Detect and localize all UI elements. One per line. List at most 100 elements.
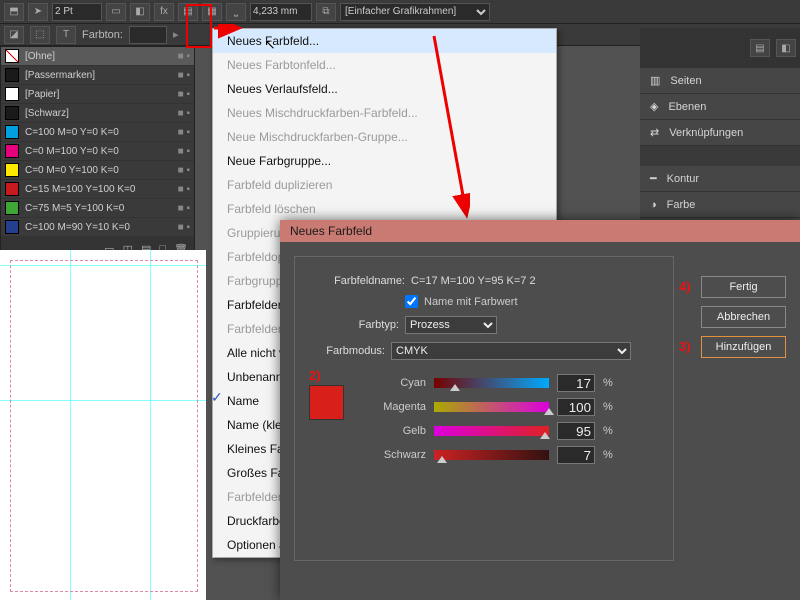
swatch-name: [Ohne] [25,51,178,62]
yellow-value[interactable] [557,422,595,440]
panel-label: Farbe [667,199,696,211]
swatch-row[interactable]: C=100 M=0 Y=0 K=0■ ▪ [1,123,194,142]
annotation-arrow [210,24,470,224]
swatch-row[interactable]: C=100 M=90 Y=10 K=0■ ▪ [1,218,194,237]
swatch-chip [5,144,19,158]
black-value[interactable] [557,446,595,464]
magenta-value[interactable] [557,398,595,416]
swatch-row[interactable]: [Passermarken]■ ▪ [1,66,194,85]
panel-icon: ━ [650,172,657,185]
fx-icon[interactable]: fx [154,3,174,21]
panel-label: Verknüpfungen [669,127,743,139]
panel-label: Ebenen [668,101,706,113]
swatch-type-icons: ■ ▪ [178,51,190,62]
square-icon[interactable]: ▭ [106,3,126,21]
panel-icon: ◑ [650,199,657,211]
tone-input[interactable] [129,26,167,44]
yellow-slider[interactable] [434,426,549,436]
swatch-chip [5,182,19,196]
panel-ebenen[interactable]: ◈ Ebenen [640,94,800,120]
swatch-name: C=75 M=5 Y=100 K=0 [25,203,178,214]
stroke-weight-input[interactable] [52,3,102,21]
swatch-row[interactable]: C=75 M=5 Y=100 K=0■ ▪ [1,199,194,218]
yellow-label: Gelb [356,425,426,437]
swatch-type-icons: ■ ▪ [178,70,190,81]
swatch-type-icons: ■ ▪ [178,146,190,157]
panel-farbe[interactable]: ◑ Farbe [640,192,800,218]
mode-select[interactable]: CMYK [391,342,631,360]
panel-icon2[interactable]: ◧ [776,39,796,57]
linked-icon[interactable]: ⧉ [316,3,336,21]
fillstroke-icon[interactable]: ◪ [4,26,24,44]
cyan-value[interactable] [557,374,595,392]
opt-icon[interactable]: ◧ [130,3,150,21]
cyan-slider[interactable] [434,378,549,388]
swatch-chip [5,106,19,120]
toolbar-top: ⬒ ➤ ▭ ◧ fx ▤ ▦ ⎵ ⧉ [Einfacher Grafikrahm… [0,0,800,24]
panel-verknüpfungen[interactable]: ⇄Verknüpfungen [640,120,800,146]
panel-seiten[interactable]: ▥Seiten [640,68,800,94]
panel-icon: ◈ [650,100,658,113]
type-label: Farbtyp: [309,319,399,331]
swatch-type-icons: ■ ▪ [178,222,190,233]
cancel-button[interactable]: Abbrechen [701,306,786,328]
swatches-panel: [Ohne]■ ▪[Passermarken]■ ▪[Papier]■ ▪[Sc… [0,46,195,262]
swatch-row[interactable]: C=0 M=0 Y=100 K=0■ ▪ [1,161,194,180]
name-with-value-checkbox[interactable] [405,295,418,308]
magenta-label: Magenta [356,401,426,413]
add-button[interactable]: Hinzufügen [701,336,786,358]
type-select[interactable]: Prozess [405,316,497,334]
black-slider[interactable] [434,450,549,460]
annotation-4: 4) [679,279,691,294]
bracket-icon[interactable]: ⎵ [226,3,246,21]
frame-dropdown[interactable]: [Einfacher Grafikrahmen] [340,3,490,21]
text-icon[interactable]: T [56,26,76,44]
swatch-name-label: Farbfeldname: [315,275,405,287]
mode-label: Farbmodus: [309,345,385,357]
swatch-chip [5,87,19,101]
swatch-type-icons: ■ ▪ [178,89,190,100]
swatch-name: [Passermarken] [25,70,178,81]
done-button[interactable]: Fertig [701,276,786,298]
swatch-name: C=100 M=90 Y=10 K=0 [25,222,178,233]
annotation-box [186,4,212,48]
dialog-inner: Farbfeldname: C=17 M=100 Y=95 K=7 2 Name… [294,256,674,561]
panel-kontur[interactable]: ━Kontur [640,166,800,192]
swatch-chip [5,201,19,215]
noformat-icon[interactable]: ⬚ [30,26,50,44]
swatch-type-icons: ■ ▪ [178,184,190,195]
anchor-icon[interactable]: ⬒ [4,3,24,21]
swatch-row[interactable]: [Papier]■ ▪ [1,85,194,104]
swatch-row[interactable]: [Ohne]■ ▪ [1,47,194,66]
swatch-chip [5,220,19,234]
measurement-input[interactable] [250,3,312,21]
check-icon: ✓ [211,389,223,406]
swatch-row[interactable]: C=0 M=100 Y=0 K=0■ ▪ [1,142,194,161]
new-swatch-dialog: Neues Farbfeld Farbfeldname: C=17 M=100 … [280,220,800,600]
panel-icon[interactable]: ▤ [750,39,770,57]
swatch-type-icons: ■ ▪ [178,127,190,138]
name-with-value-label: Name mit Farbwert [424,296,518,308]
cursor-icon: ↖ [264,36,276,53]
swatch-chip [5,163,19,177]
swatch-chip [5,49,19,63]
swatch-name-value: C=17 M=100 Y=95 K=7 2 [411,275,536,287]
document-canvas[interactable] [0,250,206,600]
swatch-name: [Schwarz] [25,108,178,119]
swatch-name: C=0 M=0 Y=100 K=0 [25,165,178,176]
swatch-type-icons: ■ ▪ [178,203,190,214]
annotation-2: 2) [309,368,344,383]
swatch-chip [5,68,19,82]
swatch-chip [5,125,19,139]
swatch-row[interactable]: [Schwarz]■ ▪ [1,104,194,123]
arrow-icon[interactable]: ➤ [28,3,48,21]
annotation-3: 3) [679,339,691,354]
swatch-name: C=100 M=0 Y=0 K=0 [25,127,178,138]
swatch-name: C=15 M=100 Y=100 K=0 [25,184,178,195]
magenta-slider[interactable] [434,402,549,412]
cyan-label: Cyan [356,377,426,389]
swatch-type-icons: ■ ▪ [178,108,190,119]
swatch-row[interactable]: C=15 M=100 Y=100 K=0■ ▪ [1,180,194,199]
tone-label: Farbton: [82,29,123,41]
panel-icon: ▥ [650,74,660,87]
